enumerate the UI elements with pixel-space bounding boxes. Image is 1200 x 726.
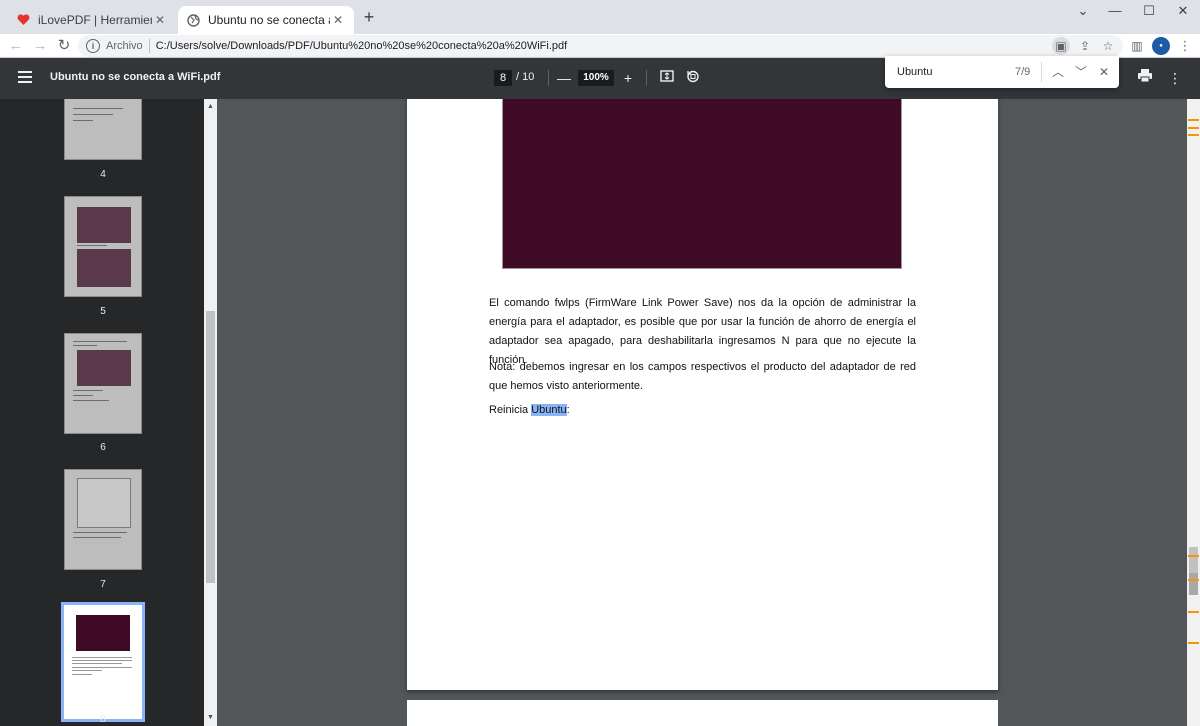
more-actions-icon[interactable]: ⋮ xyxy=(1168,68,1182,88)
maximize-button[interactable]: ☐ xyxy=(1132,0,1166,24)
paragraph: Nota: debemos ingresar en los campos res… xyxy=(489,361,916,392)
terminal-screenshot-image xyxy=(502,99,902,269)
zoom-level-input[interactable]: 100% xyxy=(578,70,614,86)
page-thumbnail-7[interactable] xyxy=(64,469,142,570)
divider xyxy=(646,70,647,86)
find-match-count: 7/9 xyxy=(1015,66,1031,78)
tab-search-chevron-icon[interactable]: ⌄ xyxy=(1066,0,1100,24)
window-close-button[interactable]: ✕ xyxy=(1166,0,1200,24)
minimize-button[interactable]: — xyxy=(1098,0,1132,24)
sidebar-scrollbar[interactable]: ▲ ▼ xyxy=(204,99,217,726)
find-match-tick xyxy=(1188,642,1199,644)
scroll-down-arrow-icon[interactable]: ▼ xyxy=(206,714,215,721)
text-suffix: : xyxy=(566,404,570,416)
tab-title: iLovePDF | Herramientas PDF onl xyxy=(38,13,152,27)
viewer-scrollbar[interactable] xyxy=(1187,99,1200,726)
avatar[interactable]: ● xyxy=(1152,37,1170,55)
page-number-input[interactable]: 8 xyxy=(494,70,512,86)
reload-button[interactable]: ↻ xyxy=(54,36,74,56)
browser-menu-icon[interactable]: ⋮ xyxy=(1178,37,1192,55)
thumbnail-label: 4 xyxy=(100,169,106,180)
find-match-tick xyxy=(1188,127,1199,129)
find-match-tick xyxy=(1188,134,1199,136)
divider xyxy=(148,39,150,53)
divider xyxy=(1041,62,1042,82)
find-match-tick xyxy=(1188,579,1199,581)
search-highlight: Ubuntu xyxy=(531,404,567,416)
scrollbar-thumb[interactable] xyxy=(206,311,215,583)
tab-title: Ubuntu no se conecta a WiFi.pdf xyxy=(208,13,330,27)
scrollbar-thumb-active[interactable] xyxy=(1189,573,1198,595)
url-text: C:/Users/solve/Downloads/PDF/Ubuntu%20no… xyxy=(155,40,568,52)
side-panel-icon[interactable]: ▥ xyxy=(1128,37,1146,55)
find-close-icon[interactable]: ✕ xyxy=(1095,63,1113,81)
tab-strip: iLovePDF | Herramientas PDF onl ✕ Ubuntu… xyxy=(0,0,1200,34)
paragraph: Reinicia Ubuntu: xyxy=(489,401,916,420)
menu-icon[interactable] xyxy=(18,71,32,83)
zoom-in-button[interactable]: + xyxy=(618,68,638,88)
page-thumbnail-4[interactable] xyxy=(64,99,142,160)
share-icon[interactable]: ⇪ xyxy=(1076,37,1094,55)
new-tab-button[interactable]: + xyxy=(360,8,378,27)
pdf-page-next xyxy=(407,700,998,726)
scroll-up-arrow-icon[interactable]: ▲ xyxy=(206,103,215,110)
find-match-tick xyxy=(1188,119,1199,121)
thumbnail-label: 6 xyxy=(100,442,106,453)
page-thumbnail-5[interactable] xyxy=(64,196,142,297)
pdf-viewer: El comando fwlps (FirmWare Link Power Sa… xyxy=(217,99,1187,726)
fit-to-page-icon[interactable] xyxy=(657,68,677,88)
close-icon[interactable]: ✕ xyxy=(330,12,346,28)
tab-ilovepdf[interactable]: iLovePDF | Herramientas PDF onl ✕ xyxy=(8,6,176,34)
page-thumbnail-8[interactable] xyxy=(61,602,145,722)
find-input[interactable]: Ubuntu xyxy=(897,66,932,78)
thumbnail-label: 7 xyxy=(100,579,106,590)
page-thumbnail-6[interactable] xyxy=(64,333,142,434)
thumbnail-sidebar: 4 5 6 7 8 xyxy=(0,99,206,726)
rotate-icon[interactable] xyxy=(683,68,703,88)
scrollbar-thumb[interactable] xyxy=(1189,547,1198,575)
find-match-tick xyxy=(1188,611,1199,613)
bookmark-star-icon[interactable]: ☆ xyxy=(1099,37,1117,55)
zoom-out-button[interactable]: — xyxy=(554,68,574,88)
find-bar: Ubuntu 7/9 ︿ ﹀ ✕ xyxy=(885,56,1119,88)
page-total: / 10 xyxy=(516,71,535,83)
find-previous-chevron-up-icon[interactable]: ︿ xyxy=(1049,63,1067,81)
address-bar[interactable]: i Archivo C:/Users/solve/Downloads/PDF/U… xyxy=(78,35,1123,57)
back-button[interactable]: ← xyxy=(6,36,26,56)
print-icon[interactable] xyxy=(1137,68,1155,88)
globe-icon xyxy=(186,13,200,27)
find-match-tick xyxy=(1188,555,1199,557)
document-title: Ubuntu no se conecta a WiFi.pdf xyxy=(50,71,221,83)
pdf-reader-icon[interactable]: ▣ xyxy=(1052,37,1070,55)
scheme-label: Archivo xyxy=(106,40,143,52)
find-next-chevron-down-icon[interactable]: ﹀ xyxy=(1072,63,1090,81)
forward-button[interactable]: → xyxy=(30,36,50,56)
pdf-page: El comando fwlps (FirmWare Link Power Sa… xyxy=(407,99,998,690)
divider xyxy=(548,70,549,86)
browser-toolbar: ← → ↻ i Archivo C:/Users/solve/Downloads… xyxy=(0,34,1200,58)
thumbnail-label: 8 xyxy=(100,714,106,725)
heart-icon xyxy=(16,13,30,27)
tab-ubuntu-pdf[interactable]: Ubuntu no se conecta a WiFi.pdf ✕ xyxy=(178,6,354,34)
info-icon[interactable]: i xyxy=(86,39,100,53)
text-prefix: Reinicia xyxy=(489,404,532,416)
close-icon[interactable]: ✕ xyxy=(152,12,168,28)
thumbnail-label: 5 xyxy=(100,306,106,317)
